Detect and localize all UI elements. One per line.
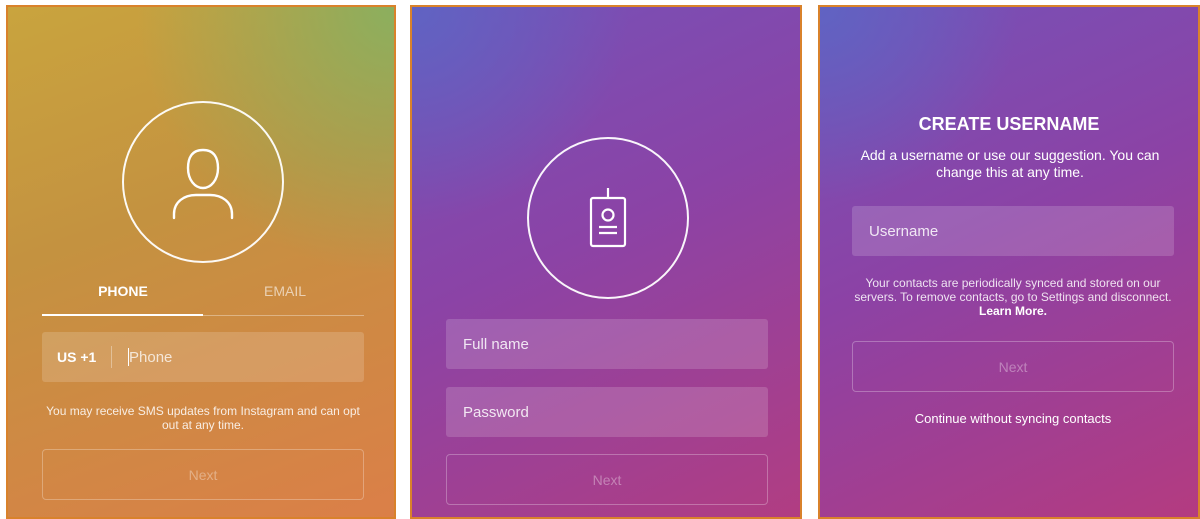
username-placeholder: Username bbox=[869, 222, 939, 240]
learn-more-link[interactable]: Learn More. bbox=[979, 304, 1047, 318]
tab-email[interactable]: EMAIL bbox=[240, 283, 330, 299]
full-name-placeholder: Full name bbox=[463, 335, 529, 353]
continue-without-syncing-link[interactable]: Continue without syncing contacts bbox=[852, 411, 1174, 426]
profile-circle bbox=[122, 101, 284, 263]
tab-phone[interactable]: PHONE bbox=[78, 283, 168, 299]
tab-active-indicator bbox=[42, 314, 203, 316]
country-code-divider bbox=[111, 346, 112, 368]
phone-signup-screen: PHONE EMAIL US +1 Phone You may receive … bbox=[6, 5, 396, 519]
full-name-input[interactable]: Full name bbox=[446, 319, 768, 369]
badge-circle bbox=[527, 137, 689, 299]
phone-input-field[interactable]: US +1 Phone bbox=[42, 332, 364, 382]
country-code-selector[interactable]: US +1 bbox=[57, 349, 111, 365]
sms-notice: You may receive SMS updates from Instagr… bbox=[46, 404, 360, 432]
next-button[interactable]: Next bbox=[42, 449, 364, 500]
phone-input[interactable]: Phone bbox=[129, 349, 172, 366]
next-button[interactable]: Next bbox=[446, 454, 768, 505]
contacts-notice: Your contacts are periodically synced an… bbox=[852, 276, 1174, 318]
page-subtitle: Add a username or use our suggestion. Yo… bbox=[860, 147, 1160, 180]
page-title: CREATE USERNAME bbox=[918, 114, 1100, 134]
id-badge-icon bbox=[589, 188, 627, 248]
contacts-notice-text: Your contacts are periodically synced an… bbox=[854, 276, 1172, 304]
next-button[interactable]: Next bbox=[852, 341, 1174, 392]
user-icon bbox=[172, 148, 234, 220]
name-password-screen: Full name Password Next bbox=[410, 5, 802, 519]
username-input[interactable]: Username bbox=[852, 206, 1174, 256]
password-placeholder: Password bbox=[463, 403, 529, 421]
create-username-screen: CREATE USERNAME Add a username or use ou… bbox=[818, 5, 1200, 519]
password-input[interactable]: Password bbox=[446, 387, 768, 437]
